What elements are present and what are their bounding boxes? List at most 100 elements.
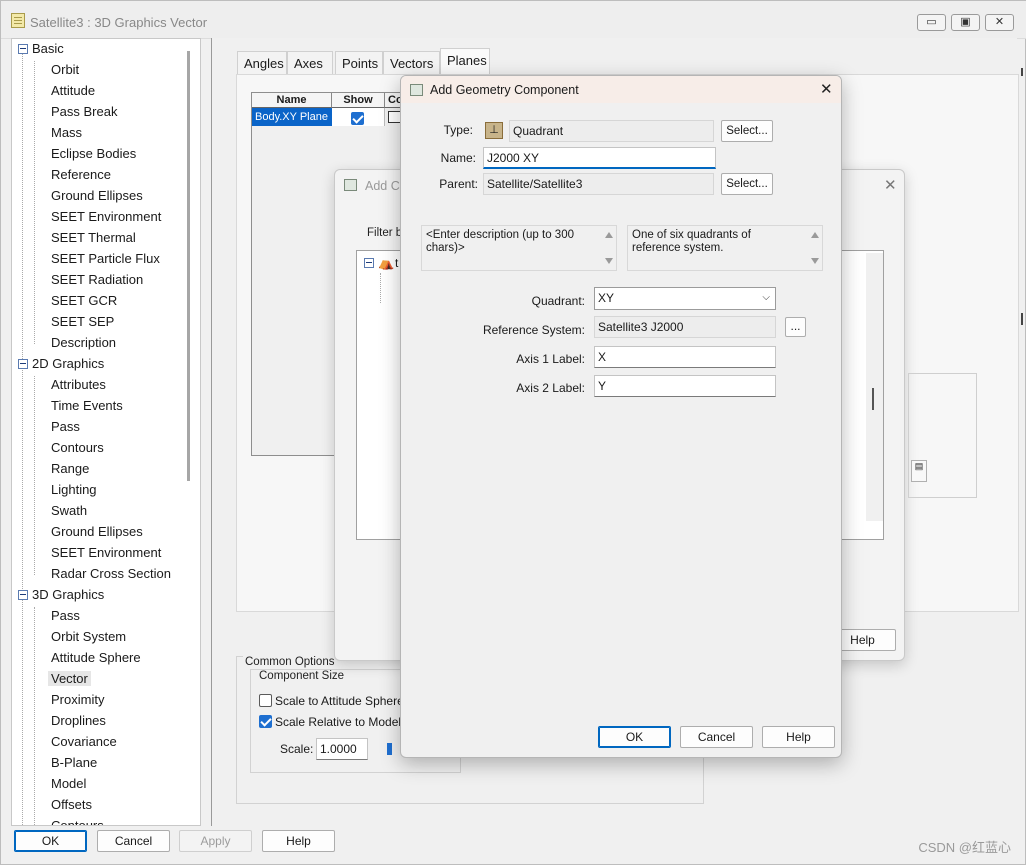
tree-item[interactable]: Contours [51, 816, 104, 826]
tree-item[interactable]: SEET Radiation [51, 270, 143, 290]
tree-item[interactable]: Ground Ellipses [51, 522, 143, 542]
tree-item-label: SEET GCR [51, 293, 118, 308]
column-header-name[interactable]: Name [252, 93, 332, 108]
tree-item[interactable]: Orbit System [51, 627, 126, 647]
dialog-help-button[interactable]: Help [762, 726, 835, 748]
dialog-cancel-button[interactable]: Cancel [680, 726, 753, 748]
tree-item-label: Reference [51, 167, 111, 182]
dialog-icon [344, 179, 357, 191]
window-title: Satellite3 : 3D Graphics Vector [30, 15, 208, 30]
axis2-input[interactable]: Y [594, 375, 776, 397]
cancel-button[interactable]: Cancel [97, 830, 170, 852]
tree-scrollbar[interactable] [866, 253, 883, 521]
tree-item-label: Range [51, 461, 90, 476]
tree-item-label: Pass [51, 608, 80, 623]
tree-item-label: Contours [51, 818, 104, 826]
close-button[interactable]: ✕ [985, 14, 1014, 31]
tree-item[interactable]: Range [51, 459, 89, 479]
reference-system-label: Reference System: [482, 323, 585, 337]
scroll-down-icon[interactable] [811, 258, 819, 264]
tree-item[interactable]: Reference [51, 165, 111, 185]
collapse-icon[interactable] [18, 590, 28, 600]
tree-item[interactable]: Description [51, 333, 116, 353]
close-icon[interactable]: ✕ [884, 176, 897, 194]
tree-item[interactable]: B-Plane [51, 753, 97, 773]
tree-group-label: 2D Graphics [32, 356, 105, 371]
tree-item[interactable]: Eclipse Bodies [51, 144, 136, 164]
details-icon[interactable]: ▤ [911, 460, 927, 482]
scale-slider-thumb[interactable] [387, 743, 392, 755]
tree-item[interactable]: Mass [51, 123, 82, 143]
tree-group-basic[interactable]: Basic [18, 39, 64, 59]
tree-item[interactable]: Contours [51, 438, 104, 458]
quadrant-select[interactable]: XY ⌵ [594, 287, 776, 310]
tab-planes[interactable]: Planes [440, 48, 490, 74]
tree-item[interactable]: SEET Thermal [51, 228, 136, 248]
tab-vectors[interactable]: Vectors [383, 51, 440, 74]
dialog-ok-button[interactable]: OK [598, 726, 671, 748]
scale-to-attitude-sphere-checkbox[interactable] [259, 694, 272, 707]
tree-item[interactable]: Droplines [51, 711, 106, 731]
scroll-down-icon[interactable] [605, 258, 613, 264]
show-checkbox[interactable] [351, 112, 364, 125]
tree-item[interactable]: SEET Particle Flux [51, 249, 160, 269]
parent-field: Satellite/Satellite3 [483, 173, 714, 195]
tab-axes[interactable]: Axes [287, 51, 333, 74]
tree-item[interactable]: Time Events [51, 396, 123, 416]
scale-relative-to-model-checkbox[interactable] [259, 715, 272, 728]
apply-button[interactable]: Apply [179, 830, 252, 852]
parent-select-button[interactable]: Select... [721, 173, 773, 195]
scroll-up-icon[interactable] [811, 232, 819, 238]
minimize-button[interactable]: ▭ [917, 14, 946, 31]
right-scrollbar[interactable] [1020, 38, 1024, 828]
dialog-close-button[interactable]: ✕ [820, 80, 833, 98]
tree-item[interactable]: SEET SEP [51, 312, 114, 332]
type-select-button[interactable]: Select... [721, 120, 773, 142]
column-header-show[interactable]: Show [332, 93, 385, 108]
tree-item[interactable]: SEET GCR [51, 291, 117, 311]
axis1-input[interactable]: X [594, 346, 776, 368]
collapse-icon[interactable] [18, 359, 28, 369]
tree-item[interactable]: SEET Environment [51, 207, 161, 227]
tree-item[interactable]: Proximity [51, 690, 104, 710]
tree-item[interactable]: Radar Cross Section [51, 564, 171, 584]
tab-angles[interactable]: Angles [237, 51, 287, 74]
tab-points[interactable]: Points [335, 51, 383, 74]
tree-group-2d-graphics[interactable]: 2D Graphics [18, 354, 104, 374]
tree-item-label: Description [51, 335, 117, 350]
tree-group-3d-graphics[interactable]: 3D Graphics [18, 585, 104, 605]
tree-item[interactable]: Model [51, 774, 86, 794]
tree-item-label: Orbit [51, 62, 80, 77]
tree-expander[interactable] [364, 258, 374, 268]
tree-item-label: SEET SEP [51, 314, 115, 329]
tree-item[interactable]: Pass Break [51, 102, 117, 122]
collapse-icon[interactable] [18, 44, 28, 54]
restore-button[interactable]: ▣ [951, 14, 980, 31]
tree-scrollbar[interactable] [187, 51, 190, 481]
tree-node[interactable]: t [395, 256, 398, 270]
scale-input[interactable]: 1.0000 [316, 738, 368, 760]
tree-item[interactable]: Swath [51, 501, 87, 521]
tree-item[interactable]: Covariance [51, 732, 117, 752]
ok-button[interactable]: OK [14, 830, 87, 852]
tree-item[interactable]: Pass [51, 606, 80, 626]
tree-item[interactable]: Attitude Sphere [51, 648, 141, 668]
tree-item[interactable]: Offsets [51, 795, 92, 815]
behind-dialog-title: Add C [365, 179, 400, 193]
tree-item[interactable]: Attributes [51, 375, 106, 395]
tree-item[interactable]: Vector [48, 669, 91, 689]
reference-system-browse-button[interactable]: ... [785, 317, 806, 337]
tree-item[interactable]: Attitude [51, 81, 95, 101]
tree-item[interactable]: Lighting [51, 480, 97, 500]
help-button[interactable]: Help [262, 830, 335, 852]
tree-item[interactable]: Orbit [51, 60, 79, 80]
tree-item-label: Lighting [51, 482, 97, 497]
dialog-icon [410, 84, 423, 96]
tree-item[interactable]: Ground Ellipses [51, 186, 143, 206]
scroll-up-icon[interactable] [605, 232, 613, 238]
tree-item[interactable]: Pass [51, 417, 80, 437]
name-input[interactable]: J2000 XY [483, 147, 716, 169]
tree-item[interactable]: SEET Environment [51, 543, 161, 563]
behind-scroll-thumb[interactable] [872, 388, 874, 410]
description-input[interactable]: <Enter description (up to 300 chars)> [421, 225, 617, 271]
